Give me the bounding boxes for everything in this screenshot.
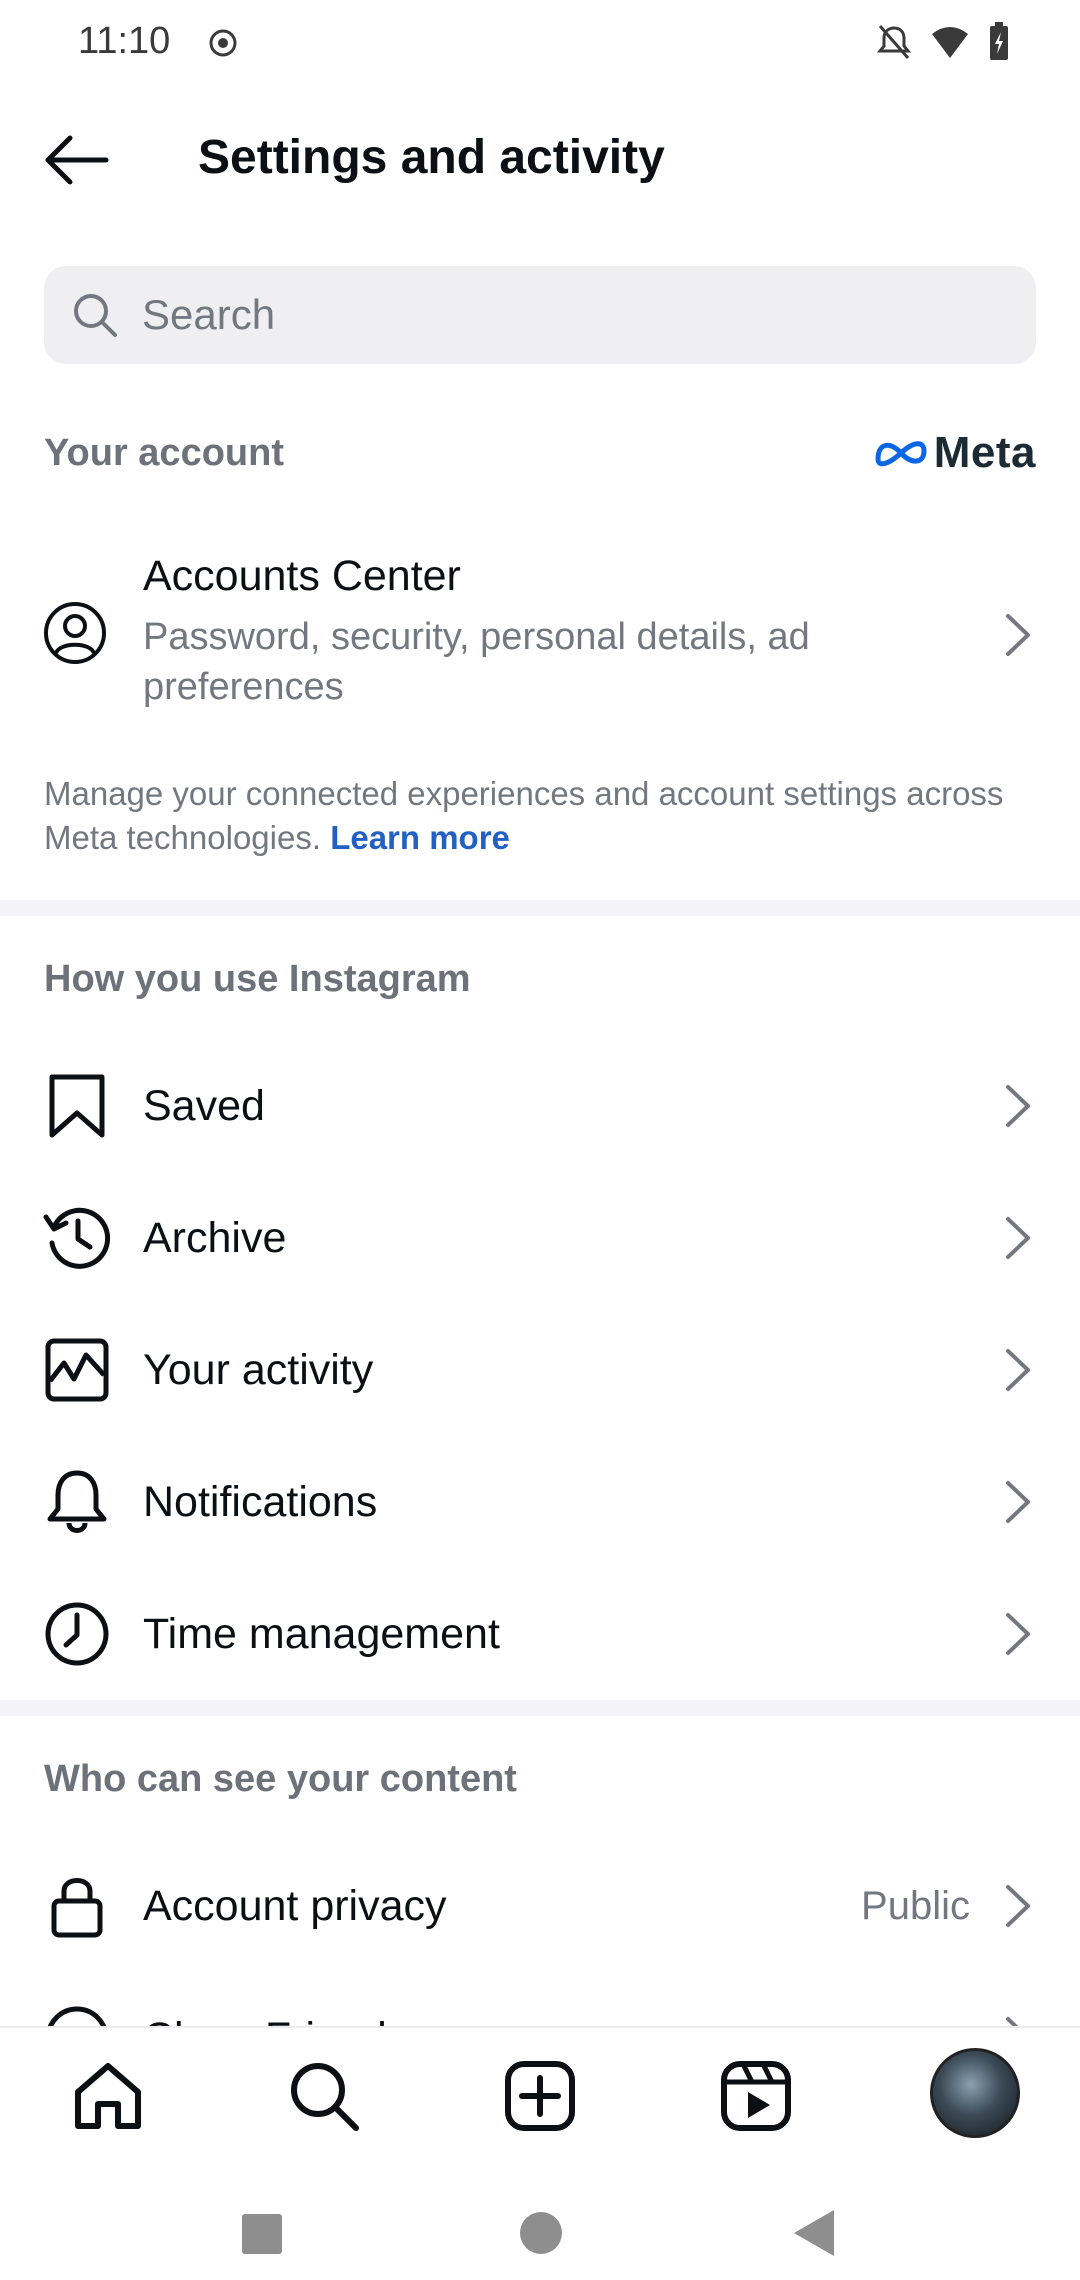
note-text: Manage your connected experiences and ac… xyxy=(44,775,1004,856)
clock-icon xyxy=(45,1602,109,1666)
back-triangle-icon[interactable] xyxy=(790,2208,836,2258)
chevron-right-icon xyxy=(1006,1481,1030,1523)
notifications-off-icon xyxy=(876,25,912,59)
row-notifications[interactable]: Notifications xyxy=(0,1436,1080,1568)
accounts-center-note: Manage your connected experiences and ac… xyxy=(44,772,1034,860)
section-divider xyxy=(0,900,1080,916)
chevron-right-icon xyxy=(1006,1613,1030,1655)
chevron-right-icon xyxy=(1006,1217,1030,1259)
row-label: Saved xyxy=(143,1081,265,1130)
row-label: Notifications xyxy=(143,1477,378,1526)
search-icon[interactable] xyxy=(286,2058,362,2134)
row-label: Archive xyxy=(143,1213,287,1262)
row-your-activity[interactable]: Your activity xyxy=(0,1304,1080,1436)
section-divider xyxy=(0,1700,1080,1716)
archive-icon xyxy=(43,1207,111,1269)
search-icon xyxy=(74,294,117,337)
chevron-right-icon xyxy=(1006,1085,1030,1127)
row-label: Your activity xyxy=(143,1345,374,1394)
row-saved[interactable]: Saved xyxy=(0,1040,1080,1172)
bookmark-icon xyxy=(49,1074,105,1138)
battery-icon xyxy=(990,22,1008,60)
meta-brand-text: Meta xyxy=(933,428,1036,477)
row-label: Account privacy xyxy=(143,1881,447,1930)
accounts-center-title: Accounts Center xyxy=(143,552,461,600)
search-input[interactable] xyxy=(140,290,944,340)
row-label: Time management xyxy=(143,1609,500,1658)
section-who-can-see: Who can see your content xyxy=(44,1758,517,1800)
bell-icon xyxy=(47,1470,107,1533)
chevron-right-icon xyxy=(1006,1349,1030,1391)
row-time-management[interactable]: Time management xyxy=(0,1568,1080,1700)
activity-icon xyxy=(45,1338,109,1402)
record-icon xyxy=(209,29,237,57)
chevron-right-icon xyxy=(1006,614,1030,656)
section-your-account: Your account xyxy=(44,432,284,474)
status-time: 11:10 xyxy=(78,20,171,62)
bottom-nav xyxy=(0,2026,1080,2178)
search-bar[interactable] xyxy=(44,266,1036,364)
recents-square-icon[interactable] xyxy=(240,2212,284,2256)
wifi-icon xyxy=(932,27,968,58)
home-icon[interactable] xyxy=(70,2058,146,2134)
section-how-you-use: How you use Instagram xyxy=(44,958,471,1000)
row-archive[interactable]: Archive xyxy=(0,1172,1080,1304)
meta-logo: Meta xyxy=(874,428,1036,478)
profile-avatar[interactable] xyxy=(930,2048,1020,2138)
home-circle-icon[interactable] xyxy=(518,2210,564,2256)
row-account-privacy[interactable]: Account privacy Public xyxy=(0,1840,1080,1972)
system-nav-bar xyxy=(0,2176,1080,2280)
accounts-center-subtitle: Password, security, personal details, ad… xyxy=(143,616,810,708)
privacy-value: Public xyxy=(861,1883,970,1928)
learn-more-link[interactable]: Learn more xyxy=(330,819,510,856)
status-icons xyxy=(876,22,1010,62)
back-arrow-icon[interactable] xyxy=(42,130,112,190)
account-circle-icon xyxy=(44,602,106,664)
lock-icon xyxy=(51,1878,103,1938)
meta-infinity-icon xyxy=(875,441,927,467)
create-post-icon[interactable] xyxy=(502,2058,578,2134)
chevron-right-icon xyxy=(1006,1885,1030,1927)
page-title: Settings and activity xyxy=(198,131,665,184)
reels-icon[interactable] xyxy=(718,2058,794,2134)
